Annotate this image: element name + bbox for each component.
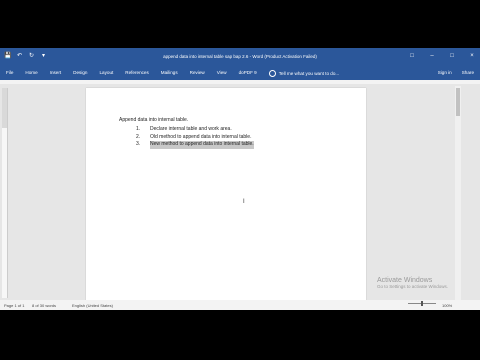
ruler-margin-top xyxy=(2,88,7,128)
title-bar: 💾 ↶ ↻ ▾ append data into internal table … xyxy=(0,48,480,66)
vertical-ruler xyxy=(2,88,8,298)
lightbulb-icon xyxy=(268,70,276,77)
tab-mailings[interactable]: Mailings xyxy=(161,70,178,77)
close-icon[interactable]: × xyxy=(468,52,476,60)
list-number: 2. xyxy=(136,133,141,140)
document-heading: Append data into internal table. xyxy=(119,117,189,123)
zoom-level[interactable]: 100% xyxy=(442,303,452,308)
activate-windows-watermark: Activate Windows Go to Settings to activ… xyxy=(377,277,448,289)
tab-file[interactable]: File xyxy=(6,70,13,77)
list-item-text-selected: New method to append data into internal … xyxy=(150,141,254,149)
list-item: 2. Old method to append data into intern… xyxy=(136,134,254,142)
page-count[interactable]: Page 1 of 1 xyxy=(4,303,24,308)
tab-layout[interactable]: Layout xyxy=(99,70,113,77)
undo-icon[interactable]: ↶ xyxy=(16,52,23,60)
window-title: append data into internal table sap bap … xyxy=(163,54,317,59)
redo-icon[interactable]: ↻ xyxy=(28,52,35,60)
watermark-subtitle: Go to Settings to activate Windows. xyxy=(377,284,449,289)
list-number: 3. xyxy=(136,141,141,147)
scrollbar-thumb[interactable] xyxy=(456,88,460,116)
ribbon-divider xyxy=(0,80,480,84)
tab-review[interactable]: Review xyxy=(190,70,205,77)
word-count[interactable]: 8 of 30 words xyxy=(32,303,56,308)
tab-dopdf[interactable]: doPDF 9 xyxy=(239,70,257,77)
tab-home[interactable]: Home xyxy=(25,70,37,77)
word-window: 💾 ↶ ↻ ▾ append data into internal table … xyxy=(0,48,480,310)
numbered-list: 1. Declare internal table and work area.… xyxy=(136,126,254,149)
document-page[interactable]: Append data into internal table. 1. Decl… xyxy=(86,88,366,302)
customize-qat-icon[interactable]: ▾ xyxy=(40,52,47,60)
tab-insert[interactable]: Insert xyxy=(50,70,62,77)
tell-me-box[interactable]: Tell me what you want to do... xyxy=(268,70,340,77)
list-item-text: Old method to append data into internal … xyxy=(150,133,252,140)
tab-view[interactable]: View xyxy=(217,70,227,77)
maximize-icon[interactable]: □ xyxy=(448,52,456,60)
share-button[interactable]: Share xyxy=(462,70,474,75)
zoom-slider-knob[interactable] xyxy=(421,301,423,306)
ribbon-tabs: File Home Insert Design Layout Reference… xyxy=(0,66,480,80)
text-cursor-icon: I xyxy=(243,199,245,205)
status-bar: Page 1 of 1 8 of 30 words English (Unite… xyxy=(0,300,480,310)
watermark-title: Activate Windows xyxy=(377,277,433,284)
list-item: 1. Declare internal table and work area. xyxy=(136,126,254,134)
save-icon[interactable]: 💾 xyxy=(4,52,11,60)
right-panel xyxy=(461,86,480,302)
list-item-selected: 3. New method to append data into intern… xyxy=(136,141,254,149)
sign-in-link[interactable]: Sign in xyxy=(438,70,452,75)
quick-access-toolbar: 💾 ↶ ↻ ▾ xyxy=(4,52,47,60)
proofing-language[interactable]: English (United States) xyxy=(72,303,113,308)
list-item-text: Declare internal table and work area. xyxy=(150,126,232,132)
zoom-slider[interactable] xyxy=(408,301,436,306)
window-controls: □ – □ × xyxy=(408,52,476,60)
tab-design[interactable]: Design xyxy=(73,70,87,77)
tab-references[interactable]: References xyxy=(125,70,149,77)
ribbon-display-options-icon[interactable]: □ xyxy=(408,52,416,60)
minimize-icon[interactable]: – xyxy=(428,52,436,60)
tell-me-text: Tell me what you want to do... xyxy=(278,71,340,76)
list-number: 1. xyxy=(136,126,141,132)
